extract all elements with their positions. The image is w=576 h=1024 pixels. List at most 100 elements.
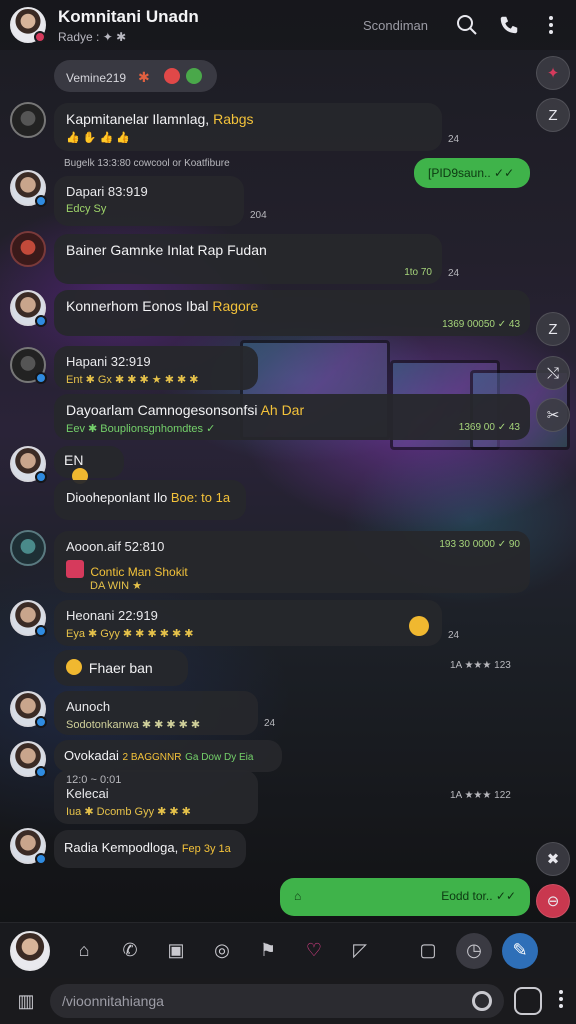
status-dot: [35, 716, 47, 728]
sender-name: Aunoch: [66, 699, 111, 714]
shuffle-fab[interactable]: ⤭: [536, 356, 570, 390]
pen-icon[interactable]: ✎: [502, 932, 538, 969]
message-reactions: Eya ✱ Gyy ✱ ✱ ✱ ✱ ✱ ✱: [66, 628, 194, 640]
sender-avatar[interactable]: [10, 828, 47, 865]
message-bubble[interactable]: Dayoarlam Camnogesonsonfsi Ah Dar Eev ✱ …: [54, 394, 530, 440]
message-time: 1369 00 ✓ 43: [458, 422, 520, 433]
more-vertical-icon: [559, 989, 563, 1008]
flag-icon[interactable]: ⚑: [250, 933, 286, 969]
chat-header: Komnitani Unadn Radye : ✦ ✱ Scondiman: [0, 0, 576, 50]
message-bubble[interactable]: EN: [54, 446, 124, 484]
message-bubble[interactable]: Diooheponlant Ilo Boe: to 1a: [54, 480, 246, 520]
sender-avatar[interactable]: [10, 347, 47, 384]
message-side-time: 24: [448, 630, 460, 641]
message-text: Bainer Gamnke Inlat Rap Fudan: [66, 242, 267, 258]
heart-icon[interactable]: ♡: [296, 933, 332, 969]
contact-avatar[interactable]: [10, 7, 46, 43]
message-highlight: Ragore: [212, 298, 259, 314]
search-icon: [457, 15, 477, 35]
status-dot: [35, 766, 47, 778]
message-highlight: 2 BAGGNNR: [122, 752, 182, 763]
message-text: Fhaer ban: [88, 660, 153, 676]
sender-name: Heonani 22:919: [66, 608, 158, 623]
header-titles[interactable]: Komnitani Unadn Radye : ✦ ✱: [58, 7, 363, 44]
message-bubble[interactable]: Radia Kempodloga, Fep 3y 1a: [54, 830, 246, 868]
camera-icon[interactable]: [472, 991, 492, 1011]
tools-fab[interactable]: ✂: [536, 398, 570, 432]
emoji-icon: [409, 616, 429, 636]
sender-name: Dapari 83:919: [66, 184, 148, 199]
sender-avatar[interactable]: [10, 741, 47, 778]
message-bubble[interactable]: Dapari 83:919 Edcy Sy: [54, 176, 244, 226]
more-button[interactable]: [558, 989, 564, 1014]
heart-icon: ✦: [546, 65, 560, 82]
sticker-icon: [66, 560, 84, 578]
status-dot: [34, 31, 46, 43]
my-avatar[interactable]: [10, 930, 50, 971]
attachment-icon[interactable]: ▥: [12, 987, 40, 1015]
message-text: Ovokadai: [64, 748, 119, 763]
message-text: Dayoarlam Camnogesonsonfsi: [66, 402, 258, 418]
zoom-fab[interactable]: Z: [536, 98, 570, 132]
sticker-icon: ✖: [546, 851, 560, 868]
message-bubble[interactable]: 12:0 ~ 0:01 Kelecai Iua ✱ Dcomb Gyy ✱ ✱ …: [54, 770, 258, 824]
message-time: 193 30 0000 ✓ 90: [439, 539, 520, 550]
outgoing-bubble[interactable]: [PID9saun.. ✓✓: [414, 158, 530, 188]
message-time: 1to 70: [404, 267, 432, 278]
message-time: 1369 00050 ✓ 43: [442, 319, 520, 330]
more-button[interactable]: [536, 10, 566, 40]
sticker-icon[interactable]: ▢: [410, 933, 446, 969]
message-bubble[interactable]: Aooon.aif 52:810 Contic Man Shokit DA WI…: [54, 531, 530, 593]
record-icon: ⊖: [546, 893, 560, 910]
sender-avatar[interactable]: [10, 446, 47, 483]
sender-avatar[interactable]: [10, 290, 47, 327]
message-input[interactable]: /vioonnitahianga: [50, 984, 504, 1018]
message-text: Contic Man Shokit: [90, 565, 188, 579]
message-reactions: Iua ✱ Dcomb Gyy ✱ ✱ ✱: [66, 806, 191, 818]
pill-marker: ✱: [137, 69, 150, 85]
message-bubble[interactable]: Fhaer ban: [54, 650, 188, 686]
message-input-bar: ▥ /vioonnitahianga: [0, 978, 576, 1024]
book-icon[interactable]: ▣: [158, 933, 194, 969]
message-bubble[interactable]: Konnerhom Eonos Ibal Ragore 1369 00050 ✓…: [54, 290, 530, 336]
pill-text: Vemine219: [66, 71, 127, 85]
message-bubble[interactable]: Aunoch Sodotonkanwa ✱ ✱ ✱ ✱ ✱: [54, 691, 258, 735]
sticker-button-icon[interactable]: [514, 987, 542, 1015]
message-reactions: 👍 ✋ 👍 👍: [66, 132, 130, 144]
message-bubble[interactable]: Hapani 32:919 Ent ✱ Gx ✱ ✱ ✱ ★ ✱ ✱ ✱: [54, 346, 258, 390]
reaction-fab[interactable]: ✦: [536, 56, 570, 90]
emoji-icon: [163, 68, 180, 84]
message-meta: 1A ★★★ 122: [450, 790, 511, 801]
sender-avatar[interactable]: [10, 231, 46, 267]
chat-icon[interactable]: ◎: [204, 933, 240, 969]
message-reactions: Ent ✱ Gx ✱ ✱ ✱ ★ ✱ ✱ ✱: [66, 374, 199, 386]
status-dot: [35, 471, 47, 483]
home-icon: ⌂: [294, 889, 302, 903]
status-dot: [35, 195, 47, 207]
message-bubble[interactable]: Ovokadai 2 BAGGNNR Ga Dow Dy Eia: [54, 740, 282, 772]
message-bubble[interactable]: Bainer Gamnke Inlat Rap Fudan 1to 70: [54, 234, 442, 284]
emoji-icon: [186, 68, 203, 84]
timer-icon[interactable]: ◷: [456, 932, 492, 969]
zoom-fab-2[interactable]: Z: [536, 312, 570, 346]
record-fab[interactable]: ⊖: [536, 884, 570, 918]
call-button[interactable]: [494, 10, 524, 40]
sender-avatar[interactable]: [10, 102, 46, 138]
message-reactions: Sodotonkanwa ✱ ✱ ✱ ✱ ✱: [66, 719, 201, 731]
sender-avatar[interactable]: [10, 600, 47, 637]
message-bubble[interactable]: Heonani 22:919 Eya ✱ Gyy ✱ ✱ ✱ ✱ ✱ ✱: [54, 600, 442, 646]
sender-avatar[interactable]: [10, 170, 47, 207]
sender-avatar[interactable]: [10, 691, 47, 728]
home-icon[interactable]: ⌂: [66, 933, 102, 969]
note-icon[interactable]: ◸: [342, 933, 378, 969]
date-pill[interactable]: Vemine219 ✱: [54, 60, 218, 92]
message-bubble[interactable]: Kapmitanelar Ilamnlag, Rabgs 👍 ✋ 👍 👍: [54, 103, 442, 151]
outgoing-bubble[interactable]: ⌂ Eodd tor.. ✓✓: [280, 878, 530, 916]
sticker-fab[interactable]: ✖: [536, 842, 570, 876]
chat-subtitle: Radye : ✦ ✱: [58, 29, 127, 44]
sender-avatar[interactable]: [10, 530, 46, 566]
phone-icon[interactable]: ✆: [112, 933, 148, 969]
outgoing-text: [PID9saun.. ✓✓: [428, 166, 515, 180]
search-button[interactable]: [452, 10, 482, 40]
message-highlight: Rabgs: [213, 111, 254, 127]
